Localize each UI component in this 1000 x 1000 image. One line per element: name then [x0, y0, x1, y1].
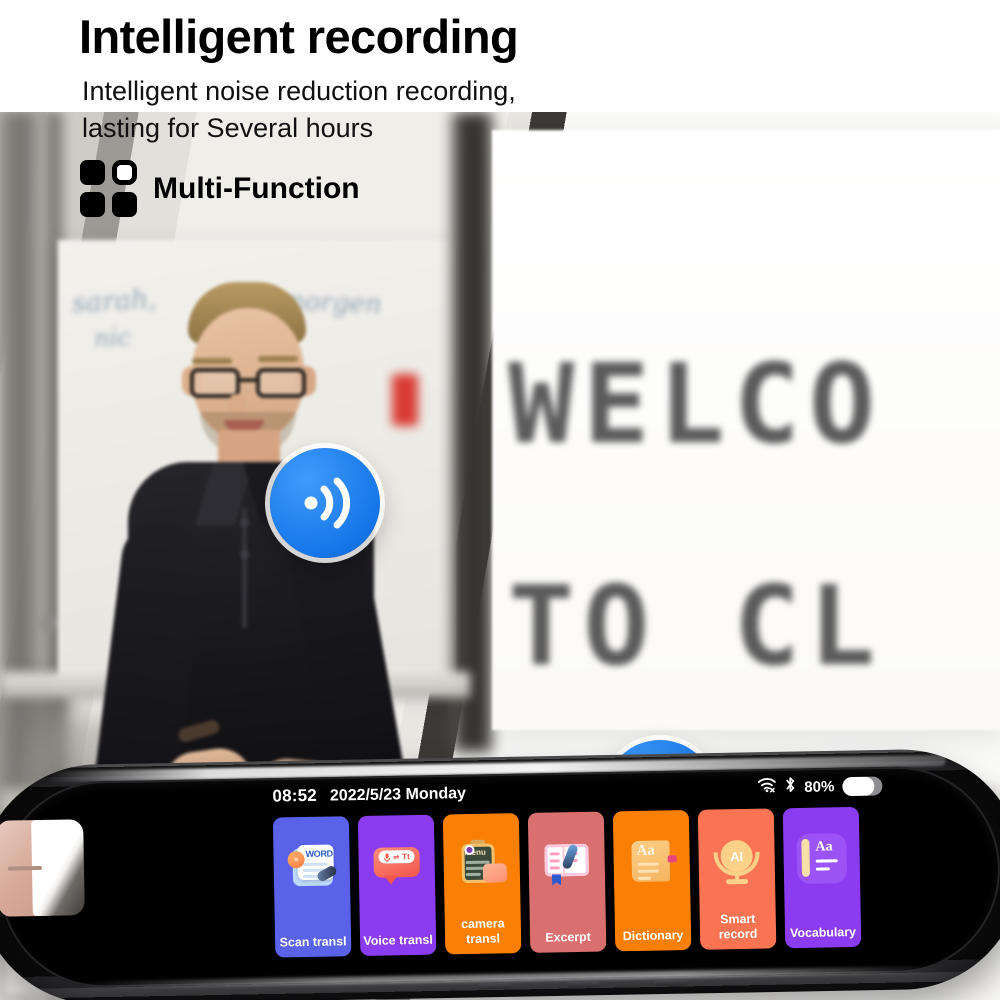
projection-text-line2: TO CL: [508, 562, 885, 690]
voice-translate-icon: ⇌ Tt: [371, 841, 422, 892]
status-bar-left: 08:52 2022/5/23 Monday: [272, 783, 466, 807]
smart-record-ai-icon: AI: [711, 835, 762, 886]
scan-translate-icon: WORD ≡: [286, 842, 339, 893]
status-date: 2022/5/23 Monday: [329, 785, 467, 805]
app-label: Voice transl: [363, 932, 433, 948]
battery-icon: [842, 775, 883, 796]
wifi-off-icon: [757, 777, 776, 797]
app-grid: WORD ≡ Scan transl ⇌ Tt Voice transl men…: [272, 806, 862, 958]
app-tile-dictionary[interactable]: Aa Dictionary: [612, 809, 692, 952]
multi-function-label: Multi-Function: [153, 171, 360, 205]
app-label: Smart record: [718, 912, 758, 942]
shirt-button: [240, 550, 249, 559]
subtitle-line-1: Intelligent noise reduction recording,: [82, 76, 516, 106]
app-label: Vocabulary: [789, 924, 857, 940]
multi-function-feature: Multi-Function: [80, 160, 360, 217]
app-label: Dictionary: [622, 927, 684, 943]
product-banner: sarah, nic morgen WELCO TO CL Intelligen…: [0, 0, 1000, 1000]
status-time: 08:52: [272, 785, 318, 806]
speaker-grille: [477, 982, 513, 990]
dictionary-icon: Aa: [626, 836, 677, 887]
scanner-tip: [0, 819, 85, 917]
eyebrow-left: [192, 358, 232, 364]
page-title: Intelligent recording: [79, 10, 519, 63]
dictionary-icon-text: Aa: [636, 842, 656, 859]
app-label: camera transl: [461, 916, 505, 946]
excerpt-book-icon: [541, 838, 592, 889]
vocabulary-icon-text: Aa: [815, 839, 833, 855]
subtitle-line-2: lasting for Several hours: [82, 113, 374, 143]
scan-icon-text: WORD: [305, 848, 333, 860]
camera-translate-icon: menu: [456, 839, 508, 890]
sound-wave-icon: [304, 477, 351, 529]
shirt-button: [240, 518, 249, 527]
app-tile-camera-transl[interactable]: menu camera transl: [442, 813, 522, 955]
app-tile-voice-transl[interactable]: ⇌ Tt Voice transl: [357, 814, 437, 957]
battery-percent: 80%: [804, 777, 835, 796]
status-bar-right: 80%: [757, 774, 883, 798]
grid-2x2-icon: [80, 160, 137, 217]
eyeglasses-icon: [186, 368, 312, 398]
wall-post: [452, 112, 492, 752]
eyebrow-right: [258, 356, 298, 362]
speaker-grille: [565, 981, 601, 988]
speaker-grille: [653, 979, 689, 987]
app-tile-vocabulary[interactable]: Aa Vocabulary: [782, 806, 862, 949]
sound-wave-badge: [270, 448, 380, 558]
app-tile-excerpt[interactable]: Excerpt: [527, 811, 607, 953]
app-tile-scan-transl[interactable]: WORD ≡ Scan transl: [272, 816, 352, 958]
device-screen-ui: 08:52 2022/5/23 Monday 80% WORD ≡ Scan t…: [272, 772, 886, 983]
projection-text-line1: WELCO: [508, 340, 885, 468]
app-label: Scan transl: [279, 934, 347, 950]
voice-icon-text: Tt: [402, 852, 410, 862]
app-label: Excerpt: [545, 929, 591, 945]
app-tile-smart-record[interactable]: AI Smart record: [697, 808, 777, 950]
bluetooth-icon: [784, 776, 796, 798]
vocabulary-icon: Aa: [796, 833, 848, 885]
